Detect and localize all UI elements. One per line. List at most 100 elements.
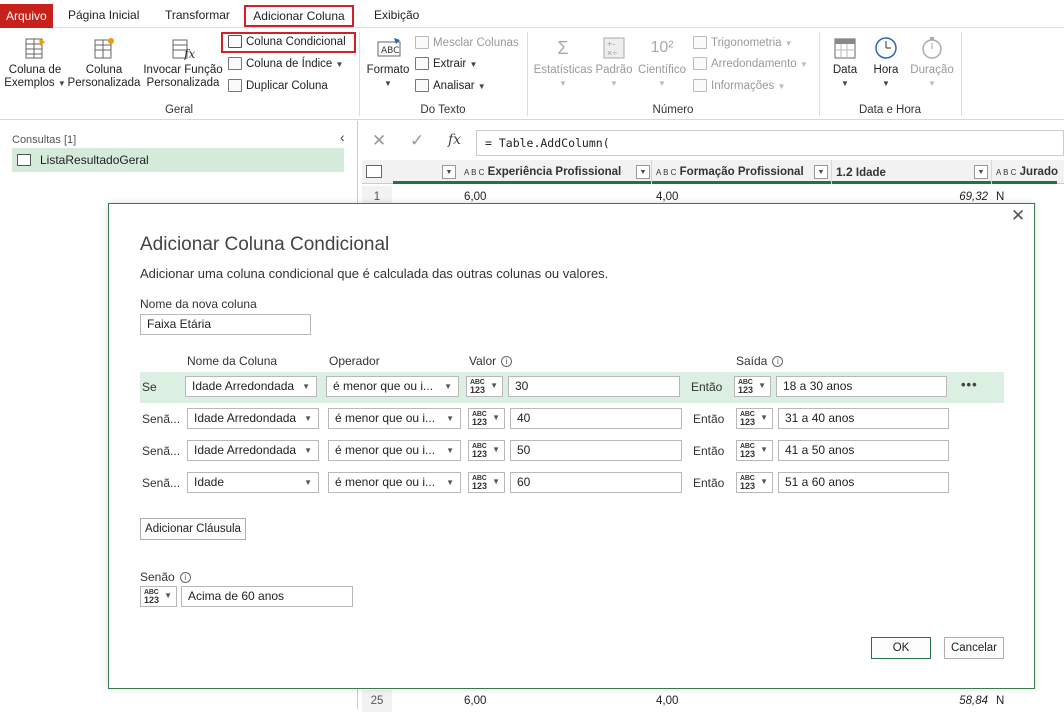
rule-output-type-select[interactable]: ABC 123 ▼ [736,472,773,493]
rule-value-input[interactable]: 60 [510,472,682,493]
rule-column-select[interactable]: Idade Arredondada ▼ [185,376,317,397]
else-type-select[interactable]: ABC 123 ▼ [140,586,177,607]
cancel-button[interactable]: Cancelar [944,637,1004,659]
cancel-x-icon[interactable]: ✕ [372,131,386,151]
coluna-condicional-button[interactable]: Coluna Condicional [221,32,356,53]
rule-output-type-select[interactable]: ABC 123 ▼ [734,376,771,397]
tab-adicionar-coluna[interactable]: Adicionar Coluna [244,5,354,27]
rule-operator-select[interactable]: é menor que ou i... ▼ [328,440,461,461]
table-icon [17,154,31,166]
rule-value-type-select[interactable]: ABC 123 ▼ [468,472,505,493]
info-icon[interactable]: i [501,356,513,368]
duracao-button[interactable]: Duração ▼ [908,32,956,90]
mesclar-colunas-button[interactable]: Mesclar Colunas [415,34,519,52]
duplicar-coluna-button[interactable]: Duplicar Coluna [228,77,328,95]
coluna-pers-label-1: Coluna [85,64,123,76]
rule-operator-select[interactable]: é menor que ou i... ▼ [328,408,461,429]
query-item[interactable]: ListaResultadoGeral [12,148,344,172]
ok-button[interactable]: OK [871,637,931,659]
hora-button[interactable]: Hora ▼ [866,32,906,90]
extrair-button[interactable]: Extrair ▼ [415,55,477,73]
arredondamento-button[interactable]: Arredondamento ▼ [693,55,808,73]
grid-col-idade[interactable]: 1.2 Idade ▼ [832,160,992,184]
group-numero-label: Número [652,104,694,116]
coluna-exemplos-button[interactable]: Coluna de Exemplos ▼ [4,32,66,90]
info-icon[interactable]: i [179,572,191,584]
chevron-down-icon: ▼ [57,79,66,88]
table-menu-icon[interactable] [366,165,382,178]
chevron-down-icon: ▼ [784,39,793,48]
invocar-funcao-button[interactable]: fx Invocar Função Personalizada [142,32,224,90]
close-icon[interactable]: ✕ [1011,206,1025,226]
ribbon-separator [961,32,962,116]
tab-transformar[interactable]: Transformar [159,5,236,27]
group-data-hora-label: Data e Hora [858,104,921,116]
formula-input[interactable]: = Table.AddColumn( [476,130,1064,156]
rule-output-input[interactable]: 18 a 30 anos [776,376,947,397]
tab-exibicao[interactable]: Exibição [368,5,425,27]
rule-then-label: Então [691,380,723,394]
trigonometria-button[interactable]: Trigonometria ▼ [693,34,793,52]
grid-col-experiencia[interactable]: A B C Experiência Profissional ▼ [460,160,652,184]
type-123-text: 123 [738,385,754,395]
coluna-exemplos-label-2: Exemplos [4,77,55,89]
rule-column-select[interactable]: Idade Arredondada ▼ [187,440,319,461]
rule-value-input[interactable]: 30 [508,376,680,397]
padrao-button[interactable]: +- ×÷ Padrão ▼ [595,32,633,90]
rule-operator-select[interactable]: é menor que ou i... ▼ [326,376,459,397]
coluna-condicional-label: Coluna Condicional [246,36,346,48]
type-123-text: 123 [740,449,756,459]
column-filter-icon[interactable]: ▼ [814,165,828,179]
rule-output-input[interactable]: 31 a 40 anos [778,408,949,429]
fx-icon[interactable]: fx [448,132,461,148]
decimal-type-icon: 1.2 [836,165,853,179]
rule-column-select[interactable]: Idade ▼ [187,472,319,493]
tab-pagina-inicial[interactable]: Página Inicial [62,5,145,27]
formato-button[interactable]: ABC Formato ▼ [364,32,412,90]
chevron-down-icon: ▼ [559,79,567,88]
analisar-button[interactable]: Analisar ▼ [415,77,486,95]
tab-arquivo[interactable]: Arquivo [0,4,53,28]
collapse-chevron-icon[interactable]: ‹ [340,129,345,145]
cientifico-button[interactable]: 10² Científico ▼ [636,32,688,90]
else-value-input[interactable]: Acima de 60 anos [181,586,353,607]
rule-value-type-select[interactable]: ABC 123 ▼ [468,440,505,461]
new-column-name-input[interactable]: Faixa Etária [140,314,311,335]
chevron-down-icon: ▼ [492,477,500,486]
column-filter-icon[interactable]: ▼ [636,165,650,179]
column-filter-icon[interactable]: ▼ [974,165,988,179]
rule-output-type-select[interactable]: ABC 123 ▼ [736,408,773,429]
rule-output-type-select[interactable]: ABC 123 ▼ [736,440,773,461]
more-options-icon[interactable]: ••• [961,377,978,392]
rule-value-type-select[interactable]: ABC 123 ▼ [466,376,503,397]
rule-prefix: Senã... [142,444,181,458]
grid-col-jurado[interactable]: A B C Jurado [992,160,1064,184]
stopwatch-icon [920,36,944,60]
rule-column-select[interactable]: Idade Arredondada ▼ [187,408,319,429]
rule-value-type-select[interactable]: ABC 123 ▼ [468,408,505,429]
informacoes-button[interactable]: Informações ▼ [693,77,785,95]
chevron-down-icon: ▼ [304,478,312,487]
extract-icon [415,57,429,71]
rule-output-input[interactable]: 41 a 50 anos [778,440,949,461]
estatisticas-button[interactable]: Σ Estatísticas ▼ [532,32,594,90]
rule-value-input[interactable]: 50 [510,440,682,461]
rule-value-input[interactable]: 40 [510,408,682,429]
confirm-check-icon[interactable]: ✓ [410,131,424,151]
information-icon [693,79,707,93]
grid-col-formacao[interactable]: A B C Formação Profissional ▼ [652,160,832,184]
info-icon[interactable]: i [772,356,784,368]
chevron-down-icon: ▼ [760,477,768,486]
coluna-indice-button[interactable]: Coluna de Índice ▼ [228,55,343,73]
add-clause-button[interactable]: Adicionar Cláusula [140,518,246,540]
rule-operator-select[interactable]: é menor que ou i... ▼ [328,472,461,493]
chevron-down-icon: ▼ [304,414,312,423]
column-filter-icon[interactable]: ▼ [442,165,456,179]
col-jurado-label: Jurado [1019,166,1058,178]
data-button[interactable]: Data ▼ [826,32,864,90]
coluna-personalizada-button[interactable]: Coluna Personalizada [66,32,142,90]
invocar-label-1: Invocar Função [143,64,223,76]
data-label: Data [832,64,858,76]
rule-output-input[interactable]: 51 a 60 anos [778,472,949,493]
rule-then-label: Então [693,444,725,458]
